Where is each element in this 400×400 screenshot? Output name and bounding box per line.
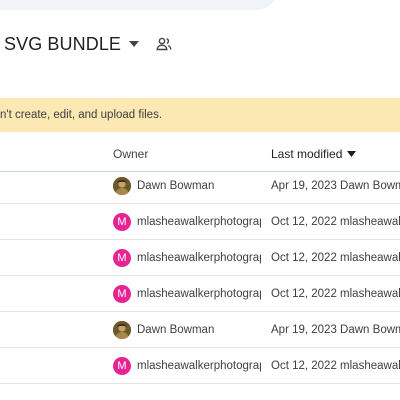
folder-title[interactable]: SVG BUNDLE bbox=[4, 34, 121, 55]
caret-down-icon[interactable] bbox=[127, 37, 141, 51]
table-header: Owner Last modified bbox=[0, 137, 400, 172]
owner-name: mlasheawalkerphotography bbox=[137, 360, 261, 372]
folder-header: SVG BUNDLE bbox=[4, 31, 175, 57]
banner-text: n't create, edit, and upload files. bbox=[0, 109, 163, 121]
permission-banner: n't create, edit, and upload files. bbox=[0, 98, 400, 132]
drive-page: SVG BUNDLE n't create, edit, and upload … bbox=[0, 0, 400, 400]
last-modified-value: Apr 19, 2023 Dawn Bowman bbox=[271, 324, 400, 336]
arrow-down-icon[interactable] bbox=[347, 149, 357, 159]
last-modified-value: Apr 19, 2023 Dawn Bowman bbox=[271, 180, 400, 192]
last-modified-value: Oct 12, 2022 mlasheawalker bbox=[271, 252, 400, 264]
table-row[interactable]: Mmlasheawalkerphotography Oct 12, 2022 ml… bbox=[0, 205, 400, 240]
avatar bbox=[113, 321, 131, 339]
table-row[interactable]: Mmlasheawalkerphotography Oct 12, 2022 ml… bbox=[0, 241, 400, 276]
owner-name: Dawn Bowman bbox=[137, 180, 215, 192]
last-modified-value: Oct 12, 2022 mlasheawalker bbox=[271, 216, 400, 228]
people-icon[interactable] bbox=[153, 33, 175, 55]
file-list: Dawn Bowman Apr 19, 2023 Dawn Bowman Mmlas… bbox=[0, 169, 400, 384]
table-row[interactable]: Dawn Bowman Apr 19, 2023 Dawn Bowman bbox=[0, 169, 400, 204]
owner-name: mlasheawalkerphotography bbox=[137, 288, 261, 300]
avatar: M bbox=[113, 249, 131, 267]
column-header-last-modified-label: Last modified bbox=[271, 147, 343, 161]
table-row[interactable]: Dawn Bowman Apr 19, 2023 Dawn Bowman bbox=[0, 313, 400, 348]
column-header-last-modified[interactable]: Last modified bbox=[271, 147, 357, 161]
owner-name: Dawn Bowman bbox=[137, 324, 215, 336]
owner-name: mlasheawalkerphotography bbox=[137, 252, 261, 264]
avatar: M bbox=[113, 357, 131, 375]
last-modified-value: Oct 12, 2022 mlasheawalker bbox=[271, 360, 400, 372]
last-modified-value: Oct 12, 2022 mlasheawalker bbox=[271, 288, 400, 300]
avatar: M bbox=[113, 285, 131, 303]
search-bar[interactable] bbox=[0, 0, 278, 10]
column-header-owner[interactable]: Owner bbox=[113, 147, 148, 161]
avatar bbox=[113, 177, 131, 195]
owner-name: mlasheawalkerphotography bbox=[137, 216, 261, 228]
table-row[interactable]: Mmlasheawalkerphotography Oct 12, 2022 ml… bbox=[0, 349, 400, 384]
avatar: M bbox=[113, 213, 131, 231]
table-row[interactable]: Mmlasheawalkerphotography Oct 12, 2022 ml… bbox=[0, 277, 400, 312]
